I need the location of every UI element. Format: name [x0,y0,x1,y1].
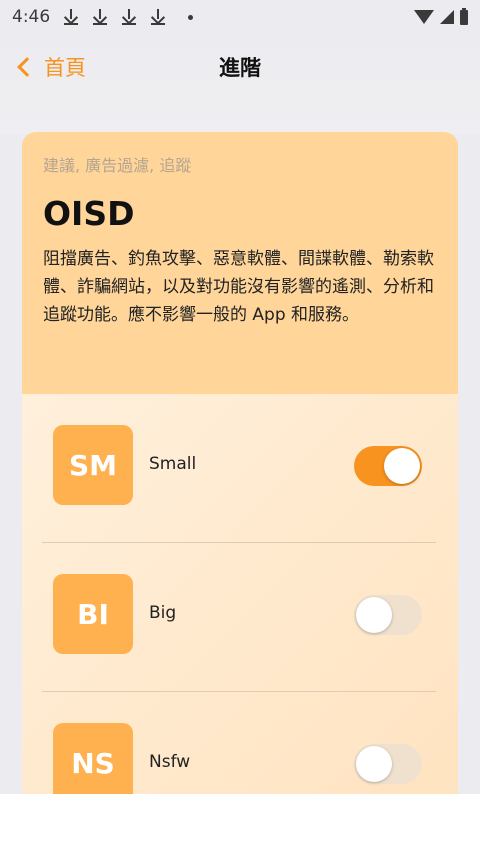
download-icon [64,9,79,25]
filter-card: 建議, 廣告過濾, 追蹤 OISD 阻擋廣告、釣魚攻擊、惡意軟體、間諜軟體、勒索… [22,132,458,812]
card-header: 建議, 廣告過濾, 追蹤 OISD 阻擋廣告、釣魚攻擊、惡意軟體、間諜軟體、勒索… [22,132,458,394]
toggle-knob [356,746,392,782]
page-title: 進階 [219,56,261,80]
list-badge: NS [53,723,133,803]
download-icon [151,9,166,25]
status-bar: 4:46 [0,0,480,34]
list-label: Big [149,603,177,623]
download-icon [122,9,137,25]
list-item: BI Big [22,543,458,692]
wifi-icon [414,10,434,24]
dot-icon [188,14,194,20]
card-description: 阻擋廣告、釣魚攻擊、惡意軟體、間諜軟體、勒索軟體、詐騙網站，以及對功能沒有影響的… [43,249,434,325]
nav-bar [0,34,480,134]
toggle-switch[interactable] [354,595,422,635]
list-label: Small [149,454,197,474]
toggle-knob [356,597,392,633]
toggle-switch[interactable] [354,446,422,486]
list-item: SM Small [22,394,458,543]
list-badge: SM [53,425,133,505]
signal-icon [440,10,454,24]
card-heading: OISD [43,194,135,233]
card-subtitle: 建議, 廣告過濾, 追蹤 [43,156,192,175]
list-badge: BI [53,574,133,654]
bottom-panel [0,794,480,853]
battery-icon [460,7,468,25]
download-icon [93,9,108,25]
status-time: 4:46 [12,7,51,27]
toggle-knob [384,448,420,484]
card-body: SM Small BI Big NS Nsfw [22,394,458,812]
toggle-switch[interactable] [354,744,422,784]
list-label: Nsfw [149,752,191,772]
